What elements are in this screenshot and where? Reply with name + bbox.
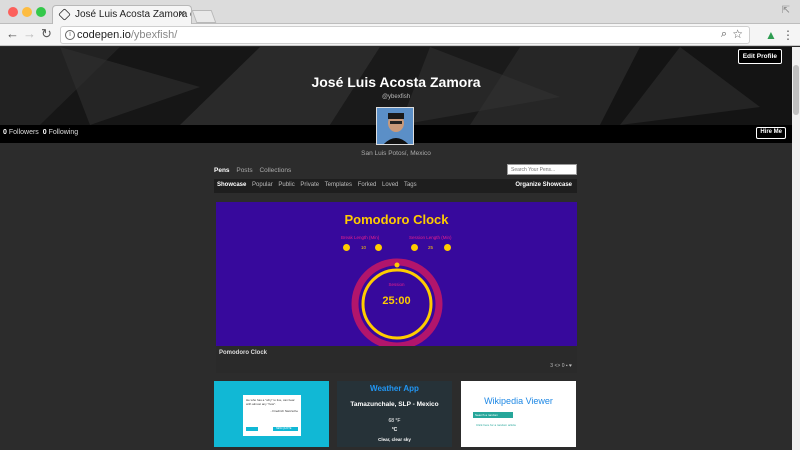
weather-description: Clear, clear sky bbox=[378, 437, 411, 442]
weather-unit-toggle[interactable]: °C bbox=[337, 427, 452, 433]
close-tab-icon[interactable]: × bbox=[179, 8, 185, 20]
profile-tabs: Pens Posts Collections bbox=[214, 167, 296, 174]
weather-location: Tamazunchale, SLP - Mexico bbox=[350, 401, 439, 408]
reload-icon[interactable]: ↻ bbox=[41, 27, 52, 41]
quote-author: - Friedrich Nietzsche bbox=[270, 409, 298, 413]
timer-value: 25:00 bbox=[382, 295, 411, 307]
wiki-title: Wikipedia Viewer bbox=[484, 396, 553, 406]
following-link[interactable]: Following bbox=[49, 129, 79, 136]
pen-name-link[interactable]: Pomodoro Clock bbox=[219, 350, 267, 356]
weather-title: Weather App bbox=[370, 384, 419, 393]
minimize-window-button[interactable] bbox=[22, 7, 32, 17]
back-arrow-icon[interactable]: ← bbox=[6, 27, 19, 41]
showcase-pen-footer: Pomodoro Clock 3 <> 0 ▪ ♥ bbox=[216, 346, 577, 373]
organize-showcase-button[interactable]: Organize Showcase bbox=[515, 182, 572, 188]
info-icon[interactable]: i bbox=[65, 30, 75, 40]
url-host: codepen.io bbox=[77, 29, 131, 41]
edit-profile-button[interactable]: Edit Profile bbox=[737, 49, 782, 64]
browser-titlebar: José Luis Acosta Zamora on C × ⇱ bbox=[0, 0, 800, 24]
scrollbar-thumb[interactable] bbox=[793, 65, 799, 115]
timer-label: Session bbox=[388, 282, 405, 287]
hire-me-button[interactable]: Hire Me bbox=[756, 127, 786, 139]
followers-count: 0 bbox=[3, 129, 7, 136]
comment-icon[interactable]: ▪ bbox=[566, 363, 568, 369]
codepen-favicon-icon bbox=[58, 8, 71, 21]
new-quote-button[interactable]: NEW QUOTE bbox=[273, 427, 298, 431]
filter-popular[interactable]: Popular bbox=[252, 182, 273, 188]
weather-pen-preview[interactable]: Weather App Tamazunchale, SLP - Mexico 6… bbox=[337, 381, 452, 447]
search-icon[interactable]: ⌕ bbox=[721, 28, 727, 41]
tab-posts[interactable]: Posts bbox=[236, 167, 252, 174]
heart-icon[interactable]: ♥ bbox=[569, 363, 572, 369]
filter-showcase[interactable]: Showcase bbox=[217, 182, 246, 188]
followers-link[interactable]: Followers bbox=[9, 129, 39, 136]
forward-arrow-icon[interactable]: → bbox=[23, 27, 36, 41]
menu-icon[interactable]: ⋮ bbox=[782, 28, 794, 42]
tab-title: José Luis Acosta Zamora on C bbox=[75, 9, 191, 20]
new-tab-button[interactable] bbox=[191, 10, 217, 23]
search-pens-input[interactable] bbox=[507, 164, 577, 175]
wikipedia-pen-preview[interactable]: Wikipedia Viewer Search a random Click h… bbox=[461, 381, 576, 447]
browser-tab[interactable]: José Luis Acosta Zamora on C × bbox=[52, 5, 192, 24]
wiki-search-bar[interactable]: Search a random bbox=[473, 412, 513, 418]
timer-ring[interactable] bbox=[216, 202, 577, 346]
weather-temp: 68 °F bbox=[388, 418, 401, 424]
profile-name: José Luis Acosta Zamora bbox=[311, 74, 481, 90]
pen-stats: 3 <> 0 ▪ ♥ bbox=[550, 363, 572, 369]
page-content: Edit Profile José Luis Acosta Zamora @yb… bbox=[0, 47, 792, 450]
avatar bbox=[376, 107, 414, 145]
google-drive-icon[interactable]: ▲ bbox=[765, 28, 777, 42]
filter-public[interactable]: Public bbox=[278, 182, 294, 188]
quote-text: He who has a "why" to live, can bear wit… bbox=[246, 398, 295, 406]
comments-count: 0 bbox=[561, 363, 565, 369]
follow-stats: 0 Followers 0 Following bbox=[3, 129, 78, 136]
following-count: 0 bbox=[42, 129, 47, 136]
bookmark-star-icon[interactable]: ☆ bbox=[732, 27, 743, 41]
filter-bar: Showcase Popular Public Private Template… bbox=[214, 179, 577, 193]
showcase-pen-preview[interactable]: Pomodoro Clock Break Length (Min) Sessio… bbox=[216, 202, 577, 346]
views-count: 3 bbox=[550, 363, 554, 369]
address-bar[interactable]: i codepen.io/ybexfish/ ⌕ ☆ bbox=[60, 26, 750, 44]
tweet-button[interactable] bbox=[246, 427, 258, 431]
quote-box: He who has a "why" to live, can bear wit… bbox=[243, 395, 301, 436]
profile-location: San Luis Potosí, Mexico bbox=[361, 150, 431, 157]
url-path: /ybexfish/ bbox=[130, 29, 178, 41]
quote-pen-preview[interactable]: He who has a "why" to live, can bear wit… bbox=[214, 381, 329, 447]
filter-private[interactable]: Private bbox=[300, 182, 319, 188]
profile-handle: @ybexfish bbox=[381, 94, 411, 100]
filter-tags[interactable]: Tags bbox=[404, 182, 417, 188]
tab-collections[interactable]: Collections bbox=[259, 167, 291, 174]
maximize-window-button[interactable] bbox=[36, 7, 46, 17]
filter-forked[interactable]: Forked bbox=[358, 182, 377, 188]
tab-pens[interactable]: Pens bbox=[214, 167, 230, 174]
filter-templates[interactable]: Templates bbox=[325, 182, 352, 188]
browser-toolbar: ← → ↻ i codepen.io/ybexfish/ ⌕ ☆ ▲ ⋮ bbox=[0, 24, 800, 46]
page-scrollbar[interactable] bbox=[792, 47, 800, 450]
close-window-button[interactable] bbox=[8, 7, 18, 17]
window-resize-icon[interactable]: ⇱ bbox=[782, 5, 790, 16]
wiki-random-link[interactable]: Click here for a random article bbox=[476, 423, 516, 427]
filter-loved[interactable]: Loved bbox=[382, 182, 398, 188]
code-icon: <> bbox=[554, 363, 561, 369]
